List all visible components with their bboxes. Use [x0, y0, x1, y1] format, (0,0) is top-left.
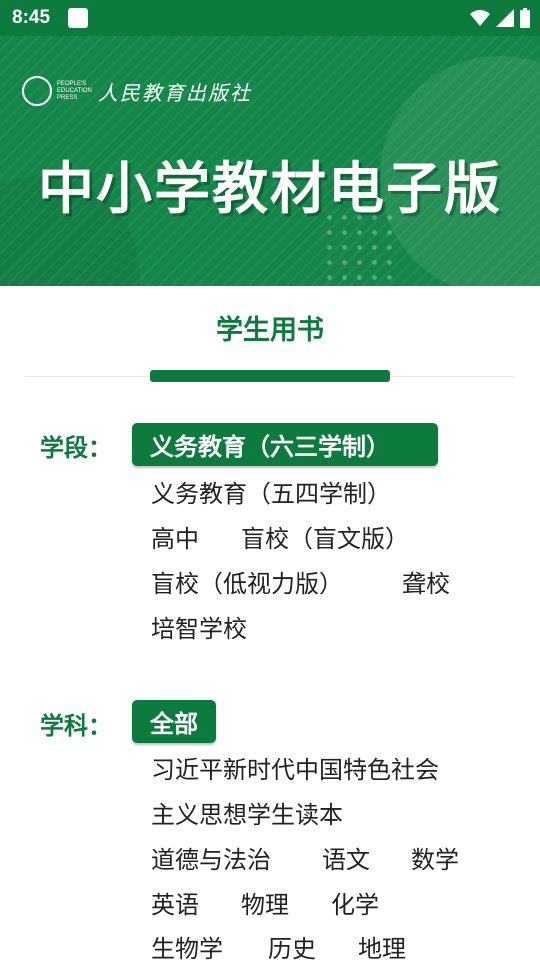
stage-option[interactable]: 义务教育（六三学制）: [132, 423, 438, 466]
subject-option[interactable]: 数学: [411, 840, 459, 875]
subject-option[interactable]: 语文: [322, 840, 370, 875]
stage-option[interactable]: 培智学校: [151, 609, 247, 644]
publisher-name-cn: 人民教育出版社: [97, 80, 252, 105]
publisher-name-en: PEOPLE'S EDUCATION PRESS: [57, 80, 92, 101]
subject-option[interactable]: 历史: [268, 929, 316, 964]
status-time: 8:45: [12, 7, 51, 28]
subject-option[interactable]: 英语: [151, 885, 199, 920]
signal-icon: [496, 9, 514, 27]
stage-option[interactable]: 盲校（低视力版）: [151, 564, 343, 599]
subject-option[interactable]: 物理: [241, 885, 289, 920]
subject-option[interactable]: 化学: [331, 885, 379, 920]
wifi-icon: [470, 10, 490, 26]
subject-option[interactable]: 道德与法治: [151, 840, 271, 875]
header-banner: PEOPLE'S EDUCATION PRESS 人民教育出版社 中小学教材电子…: [0, 36, 540, 286]
status-bar: 8:45: [0, 0, 540, 36]
stage-option[interactable]: 义务教育（五四学制）: [151, 474, 391, 509]
subject-option[interactable]: 全部: [132, 700, 216, 743]
dot-pattern: [322, 210, 402, 280]
tab-student-books[interactable]: 学生用书: [0, 308, 540, 347]
stage-option[interactable]: 高中: [151, 519, 199, 554]
notification-icon: [68, 8, 88, 28]
stage-label: 学段：: [40, 434, 112, 462]
subject-option[interactable]: 地理: [358, 929, 406, 964]
publisher-logo-icon: [22, 76, 52, 106]
tab-indicator: [150, 370, 390, 382]
stage-option[interactable]: 盲校（盲文版）: [241, 519, 409, 554]
status-icons: [470, 8, 530, 28]
battery-icon: [520, 8, 530, 28]
subject-option[interactable]: 主义思想学生读本: [151, 795, 343, 830]
publisher-brand: PEOPLE'S EDUCATION PRESS 人民教育出版社: [22, 76, 252, 106]
subject-option[interactable]: 生物学: [151, 929, 223, 964]
subject-label: 学科：: [40, 712, 112, 740]
subject-option[interactable]: 习近平新时代中国特色社会: [151, 750, 439, 785]
app-title: 中小学教材电子版: [38, 156, 502, 222]
stage-option[interactable]: 聋校: [402, 564, 450, 599]
